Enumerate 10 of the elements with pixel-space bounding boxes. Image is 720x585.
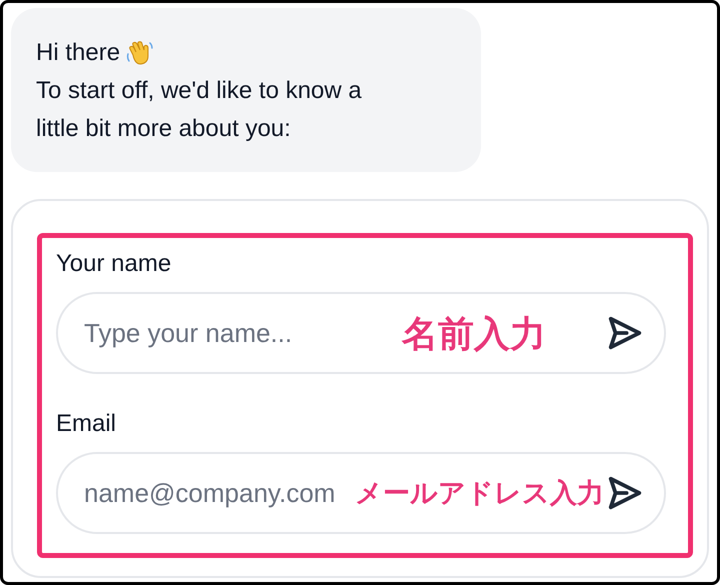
send-icon[interactable]	[606, 314, 644, 352]
message-text: To start off, we'd like to know a	[36, 76, 362, 106]
send-icon[interactable]	[606, 474, 644, 512]
waving-hand-icon	[126, 39, 154, 67]
annotation-text: 名前入力	[402, 313, 546, 357]
message-text: Hi there	[36, 38, 120, 68]
message-text: little bit more about you:	[36, 114, 291, 144]
annotation-text: メールアドレス入力	[355, 477, 604, 511]
field-label: Email	[56, 410, 118, 438]
field-label: Your name	[56, 250, 172, 278]
